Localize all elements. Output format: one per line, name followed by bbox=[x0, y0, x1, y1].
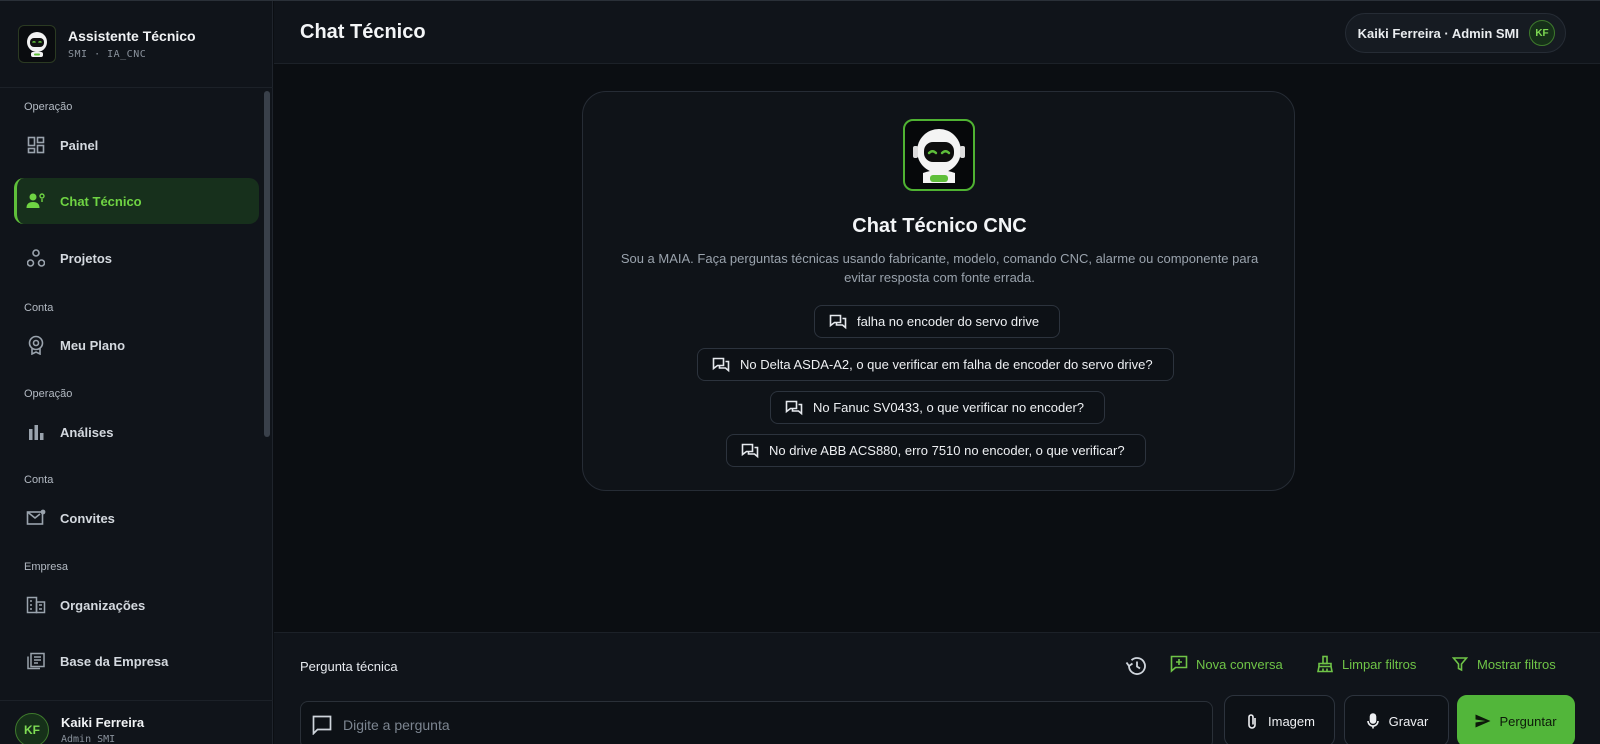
send-icon bbox=[1475, 713, 1491, 729]
dashboard-icon bbox=[26, 135, 46, 155]
filter-icon bbox=[1451, 655, 1469, 673]
welcome-title: Chat Técnico CNC bbox=[852, 215, 1027, 237]
send-button-label: Perguntar bbox=[1499, 713, 1557, 729]
support-agent-icon bbox=[26, 191, 46, 211]
robot-logo-icon bbox=[903, 119, 975, 191]
sidebar-item-projetos[interactable]: Projetos bbox=[14, 235, 259, 281]
suggestion-button[interactable]: No Fanuc SV0433, o que verificar no enco… bbox=[770, 391, 1106, 424]
sidebar-item-organizacoes[interactable]: Organizações bbox=[14, 582, 259, 628]
sidebar-item-meu-plano[interactable]: Meu Plano bbox=[14, 322, 259, 368]
brand[interactable]: Assistente Técnico SMI · IA_CNC bbox=[18, 25, 196, 63]
sidebar-item-label: Convites bbox=[60, 510, 115, 526]
badge-icon bbox=[26, 335, 46, 355]
sidebar-scrollbar[interactable] bbox=[264, 91, 270, 437]
forum-icon bbox=[712, 356, 730, 374]
sidebar-item-label: Projetos bbox=[60, 250, 113, 266]
user-role: Admin SMI bbox=[61, 734, 116, 744]
app-subtitle: SMI · IA_CNC bbox=[68, 49, 147, 60]
sidebar-item-convites[interactable]: Convites bbox=[14, 495, 259, 541]
app-title: Assistente Técnico bbox=[68, 28, 196, 44]
sidebar-item-label: Chat Técnico bbox=[60, 193, 142, 209]
suggestion-button[interactable]: No drive ABB ACS880, erro 7510 no encode… bbox=[726, 434, 1146, 467]
mail-icon bbox=[26, 508, 46, 528]
send-button[interactable]: Perguntar bbox=[1457, 695, 1575, 744]
section-operacao-2: Operação bbox=[24, 388, 73, 400]
sidebar-item-label: Base da Empresa bbox=[60, 653, 169, 669]
sidebar-item-label: Painel bbox=[60, 137, 99, 153]
chat-bubble-icon bbox=[311, 714, 333, 736]
sidebar: Assistente Técnico SMI · IA_CNC Operação… bbox=[0, 1, 273, 744]
welcome-card: Chat Técnico CNC Sou a MAIA. Faça pergun… bbox=[582, 91, 1295, 491]
composer-label: Pergunta técnica bbox=[300, 659, 398, 674]
sidebar-user[interactable]: KF Kaiki Ferreira Admin SMI bbox=[0, 700, 273, 744]
suggestion-text: No Fanuc SV0433, o que verificar no enco… bbox=[813, 400, 1085, 415]
page-title: Chat Técnico bbox=[300, 21, 426, 43]
sidebar-divider bbox=[0, 87, 273, 88]
section-empresa: Empresa bbox=[24, 561, 69, 573]
sidebar-item-label: Organizações bbox=[60, 597, 146, 613]
sidebar-item-label: Análises bbox=[60, 424, 114, 440]
suggestion-text: No drive ABB ACS880, erro 7510 no encode… bbox=[769, 443, 1125, 458]
avatar: KF bbox=[15, 713, 49, 744]
forum-icon bbox=[829, 313, 847, 331]
avatar: KF bbox=[1529, 20, 1555, 46]
sidebar-item-analises[interactable]: Análises bbox=[14, 409, 259, 455]
forum-icon bbox=[741, 442, 759, 460]
suggestion-text: No Delta ASDA-A2, o que verificar em fal… bbox=[740, 357, 1153, 372]
bar-chart-icon bbox=[26, 422, 46, 442]
library-icon bbox=[26, 651, 46, 671]
forum-icon bbox=[785, 399, 803, 417]
sidebar-item-label: Meu Plano bbox=[60, 337, 126, 353]
record-button-label: Gravar bbox=[1388, 713, 1429, 729]
show-filters-button[interactable]: Mostrar filtros bbox=[1451, 655, 1556, 673]
suggestion-button[interactable]: falha no encoder do servo drive bbox=[814, 305, 1061, 338]
clear-filters-button[interactable]: Limpar filtros bbox=[1316, 655, 1416, 673]
user-menu-button[interactable]: Kaiki Ferreira · Admin SMI KF bbox=[1344, 13, 1566, 53]
image-button-label: Imagem bbox=[1268, 713, 1315, 729]
welcome-description: Sou a MAIA. Faça perguntas técnicas usan… bbox=[620, 251, 1259, 285]
section-conta: Conta bbox=[24, 302, 54, 314]
user-name: Kaiki Ferreira bbox=[61, 715, 145, 730]
microphone-icon bbox=[1365, 713, 1381, 729]
suggestion-button[interactable]: No Delta ASDA-A2, o que verificar em fal… bbox=[697, 348, 1174, 381]
clear-filters-label: Limpar filtros bbox=[1342, 656, 1417, 672]
composer: Pergunta técnica Nova conversa Limpar fi… bbox=[274, 632, 1600, 744]
history-icon[interactable] bbox=[1124, 654, 1148, 678]
paperclip-icon bbox=[1244, 713, 1260, 729]
sidebar-item-chat-tecnico[interactable]: Chat Técnico bbox=[14, 178, 259, 224]
question-input-wrapper bbox=[300, 701, 1213, 744]
add-comment-icon bbox=[1170, 655, 1188, 673]
image-button[interactable]: Imagem bbox=[1224, 695, 1335, 744]
hub-icon bbox=[26, 248, 46, 268]
user-pill-label: Kaiki Ferreira · Admin SMI bbox=[1357, 25, 1519, 41]
broom-icon bbox=[1316, 655, 1334, 673]
new-chat-label: Nova conversa bbox=[1196, 656, 1283, 672]
record-button[interactable]: Gravar bbox=[1344, 695, 1449, 744]
new-chat-button[interactable]: Nova conversa bbox=[1170, 655, 1283, 673]
top-header: Chat Técnico Kaiki Ferreira · Admin SMI … bbox=[274, 1, 1600, 64]
section-operacao: Operação bbox=[24, 101, 73, 113]
section-conta-2: Conta bbox=[24, 474, 54, 486]
sidebar-item-painel[interactable]: Painel bbox=[14, 122, 259, 168]
show-filters-label: Mostrar filtros bbox=[1477, 656, 1556, 672]
suggestion-text: falha no encoder do servo drive bbox=[857, 314, 1040, 329]
robot-logo-icon bbox=[18, 25, 56, 63]
sidebar-item-base-da-empresa[interactable]: Base da Empresa bbox=[14, 638, 259, 684]
question-input[interactable] bbox=[343, 702, 1212, 744]
building-icon bbox=[26, 595, 46, 615]
